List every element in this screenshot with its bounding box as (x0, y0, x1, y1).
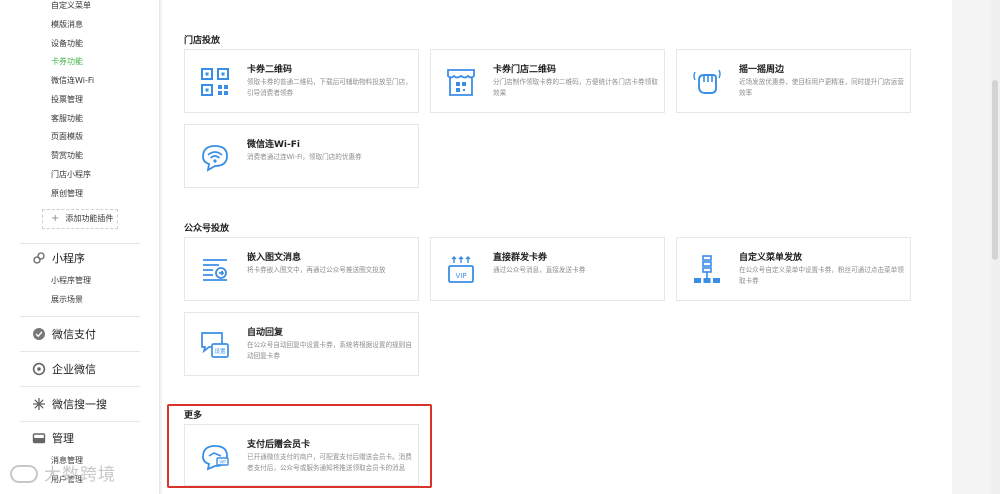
card-desc: 在公众号自定义菜单中设置卡券，粉丝可通过点击菜单领取卡券 (739, 266, 904, 285)
auto-reply-icon: 设置 (201, 332, 229, 358)
sidebar-item-reward[interactable]: 赞赏功能 (51, 150, 83, 162)
sidebar-divider (20, 316, 140, 317)
sidebar-group-enterprise[interactable]: 企业微信 (32, 360, 96, 378)
watermark-text: 大数跨境 (44, 465, 116, 485)
section-title-store: 门店投放 (184, 36, 221, 46)
card-title: 自定义菜单发放 (739, 253, 803, 263)
sidebar-divider (20, 243, 140, 244)
card-shake-nearby[interactable]: 摇一摇周边 近场发放优惠券，使目标用户更精准，同时提升门店运营效率 (676, 49, 911, 113)
sidebar-group-pay[interactable]: 微信支付 (32, 325, 96, 343)
link-icon (33, 252, 45, 264)
article-icon (203, 259, 227, 281)
svg-text:设置: 设置 (214, 347, 226, 355)
sidebar-group-miniprogram[interactable]: 小程序 (32, 249, 85, 267)
card-desc: 将卡券嵌入图文中，再通过公众号推送图文投放 (247, 266, 386, 274)
sidebar-item-vote[interactable]: 投票管理 (51, 94, 83, 106)
highlight-box (167, 404, 432, 488)
wifi-icon (202, 145, 228, 172)
section-title-official: 公众号投放 (184, 224, 230, 234)
shake-hand-icon (693, 69, 721, 94)
sidebar-item-custom-menu[interactable]: 自定义菜单 (51, 0, 91, 12)
sidebar-divider (20, 386, 140, 387)
add-plugin-button[interactable]: + 添加功能插件 (42, 209, 118, 229)
group-label: 微信搜一搜 (52, 398, 107, 411)
card-title: 卡券二维码 (247, 65, 293, 75)
watermark-logo-icon (10, 465, 38, 483)
card-desc: 分门店制作领取卡券的二维码，方便统计各门店卡券领取效果 (493, 78, 658, 97)
sparkle-icon (33, 398, 45, 410)
sidebar-item-template-msg[interactable]: 模版消息 (51, 19, 83, 31)
card-auto-reply[interactable]: 设置 自动回复 在公众号自动回复中设置卡券，系统将根据设置的规则自动回复卡券 (184, 312, 419, 376)
sidebar-item-device[interactable]: 设备功能 (51, 38, 83, 50)
sidebar-divider (20, 351, 140, 352)
svg-text:VIP: VIP (455, 272, 466, 280)
pay-icon (33, 328, 45, 340)
card-coupon-qrcode[interactable]: 卡券二维码 领取卡券的普通二维码，下载后可辅助物料投放至门店，引导消费者领券 (184, 49, 419, 113)
add-plugin-label: 添加功能插件 (65, 214, 114, 223)
scrollbar-thumb[interactable] (992, 80, 998, 260)
card-wifi[interactable]: 微信连Wi-Fi 消费者通过连Wi-Fi，领取门店的优惠券 (184, 124, 419, 188)
group-label: 小程序 (52, 252, 85, 265)
sidebar-item-customer-service[interactable]: 客服功能 (51, 113, 83, 125)
sidebar-item-miniprogram-manage[interactable]: 小程序管理 (51, 275, 91, 287)
sidebar-group-search[interactable]: 微信搜一搜 (32, 395, 107, 413)
card-desc: 近场发放优惠券，使目标用户更精准，同时提升门店运营效率 (739, 78, 904, 97)
sidebar: 自定义菜单 模版消息 设备功能 卡券功能 微信连Wi-Fi 投票管理 客服功能 … (0, 0, 160, 494)
card-desc: 消费者通过连Wi-Fi，领取门店的优惠券 (247, 153, 362, 161)
card-custom-menu[interactable]: 自定义菜单发放 在公众号自定义菜单中设置卡券，粉丝可通过点击菜单领取卡券 (676, 237, 911, 301)
group-label: 企业微信 (52, 363, 96, 376)
sidebar-item-original[interactable]: 原创管理 (51, 188, 83, 200)
qrcode-icon (201, 68, 229, 96)
card-desc: 在公众号自动回复中设置卡券，系统将根据设置的规则自动回复卡券 (247, 341, 412, 360)
group-label: 管理 (52, 432, 74, 445)
vip-icon: VIP (448, 256, 474, 283)
enterprise-icon (32, 362, 46, 376)
card-title: 直接群发卡券 (493, 253, 548, 263)
watermark: 大数跨境 (10, 460, 116, 485)
card-title: 卡券门店二维码 (493, 65, 557, 75)
sidebar-divider (20, 421, 140, 422)
sidebar-item-wifi[interactable]: 微信连Wi-Fi (51, 75, 94, 87)
card-title: 摇一摇周边 (739, 65, 785, 75)
sidebar-item-store-miniprogram[interactable]: 门店小程序 (51, 169, 91, 181)
card-embed-article[interactable]: 嵌入图文消息 将卡券嵌入图文中，再通过公众号推送图文投放 (184, 237, 419, 301)
card-desc: 领取卡券的普通二维码，下载后可辅助物料投放至门店，引导消费者领券 (247, 78, 412, 97)
card-desc: 通过公众号消息，直接发送卡券 (493, 266, 586, 274)
card-title: 嵌入图文消息 (247, 253, 302, 263)
card-title: 自动回复 (247, 328, 284, 338)
card-title: 微信连Wi-Fi (247, 140, 300, 150)
plus-icon: + (51, 213, 60, 224)
group-label: 微信支付 (52, 328, 96, 341)
store-qrcode-icon (447, 69, 475, 96)
menu-icon (694, 255, 720, 283)
sidebar-item-display-scene[interactable]: 展示场景 (51, 294, 83, 306)
folder-icon (32, 433, 46, 444)
card-store-qrcode[interactable]: 卡券门店二维码 分门店制作领取卡券的二维码，方便统计各门店卡券领取效果 (430, 49, 665, 113)
sidebar-item-page-template[interactable]: 页面模版 (51, 131, 83, 143)
sidebar-item-card-coupon[interactable]: 卡券功能 (51, 56, 83, 68)
card-group-send[interactable]: VIP 直接群发卡券 通过公众号消息，直接发送卡券 (430, 237, 665, 301)
sidebar-group-manage[interactable]: 管理 (32, 429, 74, 447)
